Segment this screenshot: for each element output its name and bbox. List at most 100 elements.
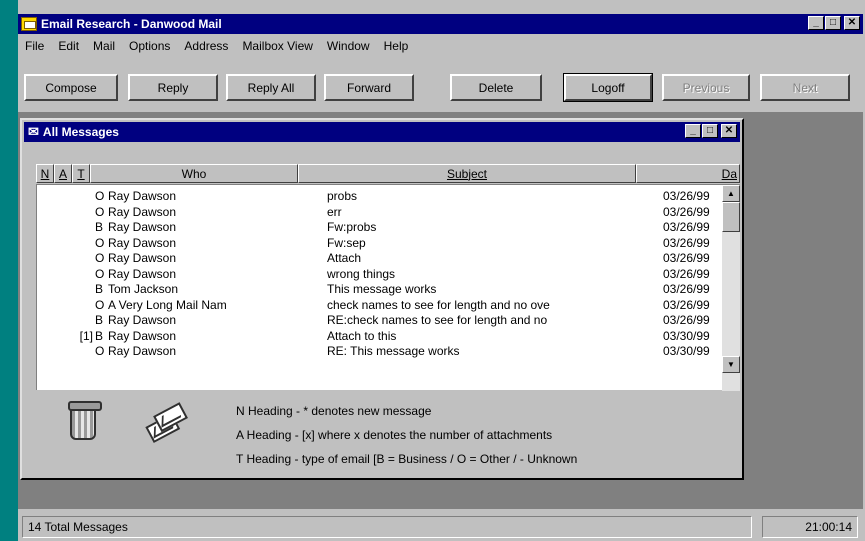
next-button[interactable]: Next [760,74,850,101]
cell-type: B [95,313,104,327]
table-row[interactable]: B Ray Dawson Fw:probs 03/26/99 [37,220,723,234]
legend-t-heading: T Heading - type of email [B = Business … [236,452,578,466]
desktop-background [0,0,18,541]
menu-help[interactable]: Help [377,39,416,53]
reply-all-button[interactable]: Reply All [226,74,316,101]
cell-date: 03/26/99 [663,251,710,265]
window-title: Email Research - Danwood Mail [41,17,222,31]
cell-who: Ray Dawson [108,328,177,343]
cell-date: 03/26/99 [663,189,710,203]
child-minimize-button[interactable]: _ [685,124,701,138]
cell-subject: Attach [327,251,362,265]
menu-address[interactable]: Address [177,39,235,53]
cell-who: Ray Dawson [108,266,177,281]
message-list[interactable]: O Ray Dawson probs 03/26/99 O Ray Dawson err 03… [36,184,740,391]
cell-who: Ray Dawson [108,220,177,234]
column-header-a[interactable]: A [54,164,72,183]
table-row[interactable]: O Ray Dawson err 03/26/99 [37,205,723,219]
child-window-title: All Messages [42,125,119,139]
menu-options[interactable]: Options [122,39,177,53]
trash-can-icon[interactable] [68,401,102,440]
cell-subject: wrong things [327,266,396,281]
cell-date: 03/26/99 [663,297,710,312]
menu-mailbox-view[interactable]: Mailbox View [235,39,319,53]
legend-a-heading: A Heading - [x] where x denotes the numb… [236,428,553,442]
cell-who: A Very Long Mail Nam [108,297,227,312]
cell-who: Tom Jackson [108,282,179,296]
close-icon: ✕ [847,17,857,28]
cell-who: Ray Dawson [108,251,177,265]
forward-button[interactable]: Forward [324,74,414,101]
table-row[interactable]: O Ray Dawson Attach 03/26/99 [37,251,723,265]
delete-button[interactable]: Delete [450,74,542,101]
table-row[interactable]: B Ray Dawson RE:check names to see for len… [37,313,723,327]
column-header-date[interactable]: Da [636,164,740,183]
column-header-subject[interactable]: Subject [298,164,636,183]
column-header-t[interactable]: T [72,164,90,183]
maximize-icon: □ [829,17,837,28]
child-maximize-button[interactable]: □ [702,124,718,138]
menu-mail[interactable]: Mail [86,39,122,53]
cell-type: O [95,204,105,219]
cell-who: Ray Dawson [108,204,177,219]
cell-type: O [95,235,105,250]
scroll-down-button[interactable]: ▼ [722,356,740,373]
cell-date: 03/26/99 [663,204,710,219]
column-header-n[interactable]: N [36,164,54,183]
child-close-button[interactable]: ✕ [721,124,737,138]
cell-type: O [95,297,105,312]
cell-type: B [95,220,104,234]
table-row[interactable]: [1] B Ray Dawson Attach to this 03/30/99 [37,329,723,343]
cell-date: 03/30/99 [663,328,710,343]
menu-bar: File Edit Mail Options Address Mailbox V… [18,36,415,56]
cell-who: Ray Dawson [108,313,177,327]
cell-date: 03/26/99 [663,313,710,327]
compose-button[interactable]: Compose [24,74,118,101]
cell-who: Ray Dawson [108,189,177,203]
table-row[interactable]: O Ray Dawson Fw:sep 03/26/99 [37,236,723,250]
all-messages-icon[interactable]: ✉ [28,124,39,140]
reply-button[interactable]: Reply [128,74,218,101]
cell-type: O [95,344,105,358]
logoff-button[interactable]: Logoff [563,73,653,102]
cell-subject: This message works [327,282,437,296]
main-title-bar[interactable]: Email Research - Danwood Mail _ □ ✕ [18,14,863,34]
cell-date: 03/26/99 [663,282,710,296]
status-clock: 21:00:14 [762,516,858,538]
status-bar: 14 Total Messages 21:00:14 [18,513,863,539]
cell-date: 03/26/99 [663,266,710,281]
menu-window[interactable]: Window [320,39,377,53]
status-total-messages: 14 Total Messages [22,516,752,538]
cell-subject: probs [327,189,358,203]
column-headers: N A T Who Subject Da [36,164,740,183]
table-row[interactable]: O Ray Dawson probs 03/26/99 [37,189,723,203]
menu-edit[interactable]: Edit [51,39,86,53]
cell-subject: Fw:probs [327,220,377,234]
cell-subject: RE:check names to see for length and no [327,313,548,327]
child-title-bar[interactable]: ✉ All Messages _ □ ✕ [24,122,740,142]
cell-type: B [95,328,104,343]
scroll-up-button[interactable]: ▲ [722,185,740,202]
cell-subject: Attach to this [327,328,397,343]
close-button[interactable]: ✕ [844,16,860,30]
cell-attachments: [1] [79,328,93,343]
vertical-scrollbar[interactable]: ▲ ▼ [722,185,740,391]
envelopes-icon[interactable] [142,401,193,445]
scroll-thumb[interactable] [722,202,740,232]
minimize-icon: _ [690,125,696,136]
table-row[interactable]: B Tom Jackson This message works 03/26/99 [37,282,723,296]
minimize-button[interactable]: _ [808,16,824,30]
cell-subject: err [327,204,342,219]
cell-subject: check names to see for length and no ove [327,297,550,312]
menu-file[interactable]: File [18,39,51,53]
cell-type: B [95,282,104,296]
column-header-who[interactable]: Who [90,164,298,183]
previous-button[interactable]: Previous [662,74,750,101]
all-messages-window: ✉ All Messages _ □ ✕ N A T Who Subject D… [20,118,744,480]
table-row[interactable]: O Ray Dawson RE: This message works 03/30/9… [37,344,723,358]
maximize-button[interactable]: □ [825,16,841,30]
table-row[interactable]: O Ray Dawson wrong things 03/26/99 [37,267,723,281]
table-row[interactable]: OA Very Long Mail Nam check names to see … [37,298,723,312]
mail-app-icon[interactable] [21,17,37,31]
cell-who: Ray Dawson [108,235,177,250]
